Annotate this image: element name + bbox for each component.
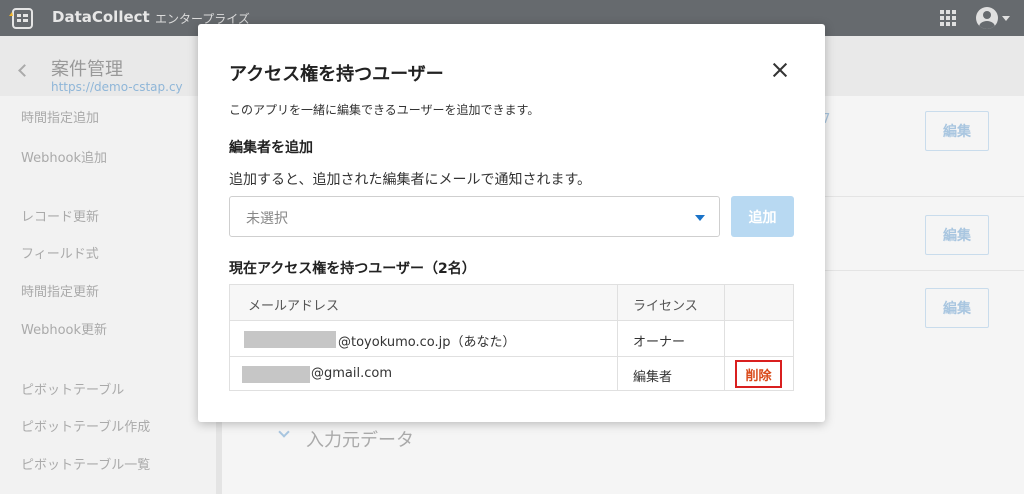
app-logo-icon[interactable] (8, 6, 34, 30)
user-select[interactable]: 未選択 (229, 196, 720, 237)
page-url-link[interactable]: https://demo-cstap.cy (51, 80, 183, 94)
dialog-description: このアプリを一緒に編集できるユーザーを追加できます。 (229, 103, 540, 117)
table-row: @toyokumo.co.jp（あなた） オーナー (230, 320, 793, 356)
access-users-dialog: アクセス権を持つユーザー このアプリを一緒に編集できるユーザーを追加できます。 … (198, 24, 825, 422)
column-header-email: メールアドレス (248, 299, 340, 314)
column-header-license: ライセンス (633, 299, 698, 314)
add-editor-heading: 編集者を追加 (229, 140, 313, 156)
license-cell: 編集者 (633, 370, 673, 385)
delete-user-button[interactable]: 削除 (735, 360, 782, 388)
sidebar-item-time-update[interactable]: 時間指定更新 (21, 281, 99, 300)
current-users-heading: 現在アクセス権を持つユーザー（2名） (229, 261, 476, 277)
sidebar-item-pivot-list[interactable]: ピボットテーブル一覧 (21, 454, 150, 473)
dialog-title: アクセス権を持つユーザー (229, 64, 444, 85)
sidebar-item-pivot[interactable]: ピボットテーブル (21, 379, 124, 398)
input-source-section-title[interactable]: 入力元データ (306, 426, 414, 452)
close-icon[interactable] (771, 61, 789, 79)
email-cell: @gmail.com (311, 366, 393, 381)
sidebar-item-time-add[interactable]: 時間指定追加 (21, 107, 99, 126)
redacted-email-block (244, 331, 336, 348)
page-title: 案件管理 (51, 59, 123, 80)
sidebar-item-webhook-add[interactable]: Webhook追加 (21, 147, 107, 166)
sidebar-item-webhook-update[interactable]: Webhook更新 (21, 319, 107, 338)
apps-grid-icon[interactable] (940, 10, 956, 26)
background-edit-button[interactable]: 編集 (925, 111, 989, 151)
background-edit-button[interactable]: 編集 (925, 288, 989, 328)
sidebar-item-field-formula[interactable]: フィールド式 (21, 243, 99, 262)
table-header-row: メールアドレス ライセンス (230, 285, 793, 320)
column-divider (617, 285, 618, 390)
email-cell: @toyokumo.co.jp（あなた） (338, 335, 516, 350)
sidebar-item-record-update[interactable]: レコード更新 (21, 206, 99, 225)
table-row: @gmail.com 編集者 削除 (230, 356, 793, 390)
redacted-email-block (242, 366, 310, 383)
add-button[interactable]: 追加 (731, 196, 794, 237)
account-menu-caret-icon[interactable] (1002, 16, 1010, 21)
notify-text: 追加すると、追加された編集者にメールで通知されます。 (229, 172, 592, 188)
column-divider (724, 285, 725, 390)
brand-name: DataCollect (52, 8, 150, 26)
background-edit-button[interactable]: 編集 (925, 215, 989, 255)
select-value: 未選択 (246, 211, 288, 227)
chevron-down-icon (695, 215, 705, 221)
account-icon[interactable] (976, 7, 998, 29)
sidebar-item-pivot-create[interactable]: ピボットテーブル作成 (21, 416, 150, 435)
license-cell: オーナー (633, 335, 686, 350)
user-table: メールアドレス ライセンス @toyokumo.co.jp（あなた） オーナー … (229, 284, 794, 391)
